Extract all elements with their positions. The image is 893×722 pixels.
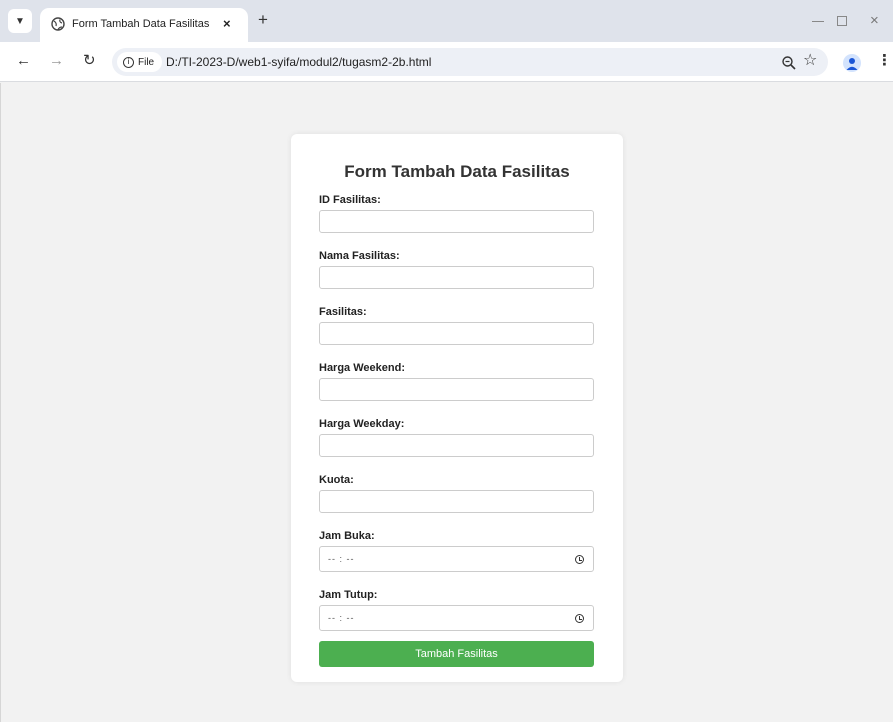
tab-strip: ▼ Form Tambah Data Fasilitas × + × — [0, 0, 893, 42]
input-jam-tutup[interactable]: -- : -- — [319, 605, 594, 631]
zoom-icon[interactable] — [781, 55, 797, 71]
globe-icon — [51, 17, 65, 31]
label-jam-tutup: Jam Tutup: — [319, 589, 378, 601]
form-title: Form Tambah Data Fasilitas — [344, 162, 570, 181]
clock-icon[interactable] — [575, 614, 584, 623]
time-placeholder: -- : -- — [328, 554, 355, 564]
reload-icon[interactable]: ↻ — [83, 52, 96, 70]
site-info-chip[interactable]: i File — [117, 52, 163, 72]
maximize-icon[interactable] — [837, 16, 847, 26]
label-nama-fasilitas: Nama Fasilitas: — [319, 250, 400, 262]
input-kuota[interactable] — [319, 490, 594, 513]
kebab-icon[interactable]: ⋮ — [877, 52, 892, 70]
label-jam-buka: Jam Buka: — [319, 530, 375, 542]
form-card: Form Tambah Data Fasilitas ID Fasilitas:… — [291, 134, 623, 682]
new-tab-plus-icon[interactable]: + — [258, 11, 268, 28]
label-fasilitas: Fasilitas: — [319, 306, 367, 318]
label-kuota: Kuota: — [319, 474, 354, 486]
browser-toolbar: ← → ↻ i File D:/TI-2023-D/web1-syifa/mod… — [0, 42, 893, 82]
star-icon[interactable]: ☆ — [803, 52, 817, 70]
url-text[interactable]: D:/TI-2023-D/web1-syifa/modul2/tugasm2-2… — [166, 55, 431, 69]
browser-tab[interactable]: Form Tambah Data Fasilitas × — [40, 8, 248, 42]
tab-title: Form Tambah Data Fasilitas — [72, 18, 210, 30]
profile-avatar-glyph — [846, 58, 858, 70]
chevron-down-icon: ▼ — [15, 15, 25, 27]
info-icon: i — [123, 56, 134, 68]
tambah-fasilitas-button[interactable]: Tambah Fasilitas — [319, 641, 594, 667]
back-icon[interactable]: ← — [16, 52, 31, 70]
profile-icon[interactable] — [843, 54, 861, 72]
input-jam-buka[interactable]: -- : -- — [319, 546, 594, 572]
input-nama-fasilitas[interactable] — [319, 266, 594, 289]
input-id-fasilitas[interactable] — [319, 210, 594, 233]
file-chip-label: File — [138, 56, 155, 68]
tab-close-icon[interactable]: × — [223, 16, 231, 31]
input-fasilitas[interactable] — [319, 322, 594, 345]
minimize-icon[interactable] — [812, 21, 824, 22]
forward-icon[interactable]: → — [49, 52, 64, 70]
tab-search-button[interactable]: ▼ — [8, 9, 32, 33]
label-harga-weekday: Harga Weekday: — [319, 418, 405, 430]
time-placeholder: -- : -- — [328, 613, 355, 623]
clock-icon[interactable] — [575, 555, 584, 564]
label-id-fasilitas: ID Fasilitas: — [319, 194, 381, 206]
window-close-icon[interactable]: × — [870, 12, 879, 29]
page-viewport: Form Tambah Data Fasilitas ID Fasilitas:… — [0, 83, 893, 722]
input-harga-weekend[interactable] — [319, 378, 594, 401]
label-harga-weekend: Harga Weekend: — [319, 362, 405, 374]
address-bar[interactable]: i File D:/TI-2023-D/web1-syifa/modul2/tu… — [112, 48, 828, 76]
input-harga-weekday[interactable] — [319, 434, 594, 457]
